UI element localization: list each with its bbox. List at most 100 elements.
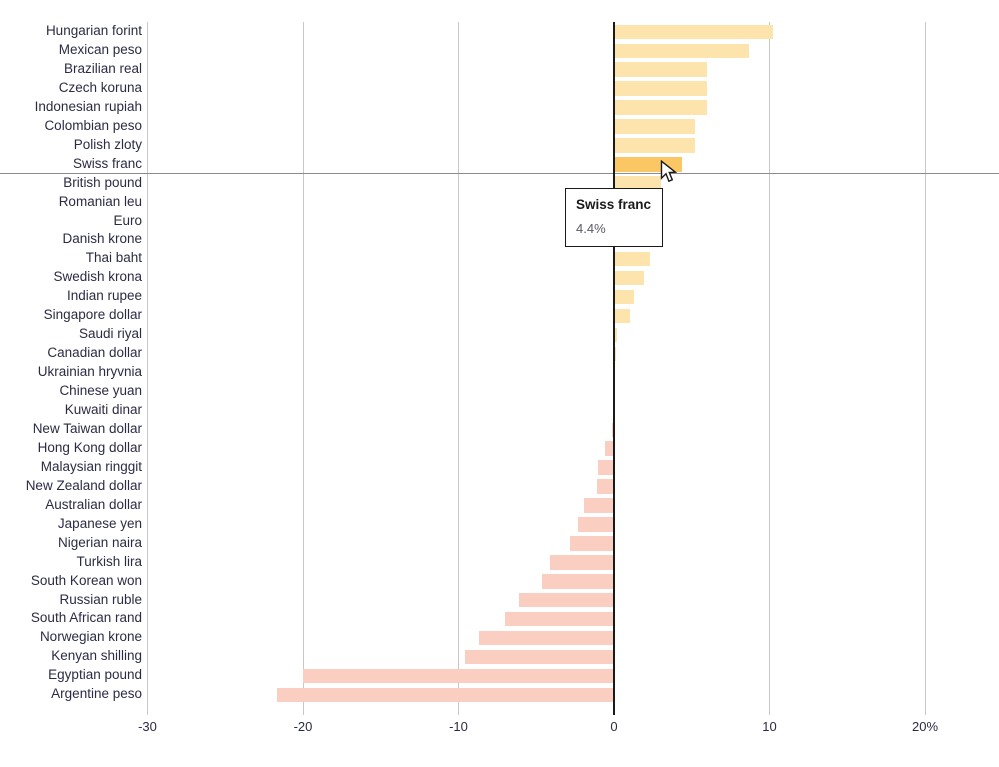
bar-row[interactable]: Malaysian ringgit <box>0 458 999 477</box>
zero-axis-line <box>613 22 615 715</box>
bar[interactable] <box>519 593 614 608</box>
bar[interactable] <box>478 630 614 646</box>
bar[interactable] <box>578 517 614 532</box>
bar-row[interactable]: New Zealand dollar <box>0 477 999 496</box>
category-label: Australian dollar <box>45 496 142 512</box>
category-label: Romanian leu <box>58 193 142 209</box>
x-tick-label: -20 <box>293 719 313 734</box>
bar-row[interactable]: Argentine peso <box>0 685 999 704</box>
category-label: Norwegian krone <box>39 629 142 645</box>
bar[interactable] <box>614 43 750 58</box>
bar[interactable] <box>614 62 708 77</box>
category-label: Saudi riyal <box>78 326 142 342</box>
bar[interactable] <box>614 251 650 267</box>
bar-row[interactable]: Swedish krona <box>0 268 999 287</box>
bar[interactable] <box>614 81 708 96</box>
bar-row[interactable]: Norwegian krone <box>0 628 999 647</box>
category-label: Euro <box>113 212 142 228</box>
plot-area[interactable]: Hungarian forint Mexican peso Brazilian re… <box>0 0 999 715</box>
bar-row[interactable]: Hungarian forint <box>0 22 999 41</box>
bar-row[interactable]: Kenyan shilling <box>0 647 999 666</box>
bar[interactable] <box>570 536 614 551</box>
category-label: Swedish krona <box>53 269 142 285</box>
bar-row[interactable]: Kuwaiti dinar <box>0 401 999 420</box>
currency-performance-bar-chart: Hungarian forint Mexican peso Brazilian re… <box>0 0 999 767</box>
category-label: Colombian peso <box>44 117 142 133</box>
bar-row[interactable]: Danish krone <box>0 230 999 249</box>
category-label: Indonesian rupiah <box>34 98 142 114</box>
bar[interactable] <box>614 100 708 115</box>
category-label: British pound <box>63 174 142 190</box>
x-tick-label: 0 <box>610 719 618 734</box>
bar[interactable] <box>614 24 773 39</box>
category-label: Turkish lira <box>76 553 142 569</box>
x-axis: -30 -20 -10 0 10 20% <box>0 715 999 745</box>
bar-row[interactable]: Romanian leu <box>0 193 999 212</box>
x-tick-label: 20% <box>911 719 939 734</box>
bar-row[interactable]: Czech koruna <box>0 79 999 98</box>
bar-row[interactable]: Brazilian real <box>0 60 999 79</box>
bar-row[interactable]: Chinese yuan <box>0 382 999 401</box>
category-label: South African rand <box>30 610 142 626</box>
category-label: Thai baht <box>85 250 142 266</box>
bar[interactable] <box>596 479 614 494</box>
bar-row[interactable]: Euro <box>0 212 999 231</box>
bar-row[interactable]: Singapore dollar <box>0 306 999 325</box>
bar-row[interactable]: Turkish lira <box>0 553 999 572</box>
bar-row[interactable]: Mexican peso <box>0 41 999 60</box>
category-label: Brazilian real <box>63 60 142 76</box>
bar[interactable] <box>614 157 683 172</box>
bar-row[interactable]: Thai baht <box>0 249 999 268</box>
bar-row[interactable]: Indonesian rupiah <box>0 98 999 117</box>
category-label: New Zealand dollar <box>25 477 142 493</box>
bar-row[interactable]: British pound <box>0 174 999 193</box>
tooltip-title: Swiss franc <box>576 197 652 212</box>
category-label: Egyptian pound <box>48 667 142 683</box>
bar[interactable] <box>550 555 614 570</box>
bar[interactable] <box>505 612 614 627</box>
bar[interactable] <box>598 460 614 475</box>
category-label: Chinese yuan <box>59 383 142 399</box>
category-label: Indian rupee <box>66 288 142 304</box>
bar[interactable] <box>614 119 695 134</box>
bar-row[interactable]: Colombian peso <box>0 117 999 136</box>
category-label: New Taiwan dollar <box>32 420 142 436</box>
bar[interactable] <box>276 687 614 703</box>
bar-row[interactable]: South African rand <box>0 609 999 628</box>
category-label: Argentine peso <box>51 686 142 702</box>
bar-row[interactable]: Swiss franc <box>0 155 999 174</box>
bar[interactable] <box>614 308 630 324</box>
bar-row[interactable]: Ukrainian hryvnia <box>0 363 999 382</box>
bar[interactable] <box>614 289 635 305</box>
category-label: Kenyan shilling <box>51 648 142 664</box>
bar-row[interactable]: Japanese yen <box>0 515 999 534</box>
bar-row[interactable]: Hong Kong dollar <box>0 439 999 458</box>
category-label: Kuwaiti dinar <box>64 402 142 417</box>
category-label: Singapore dollar <box>43 307 142 323</box>
bar[interactable] <box>614 138 695 153</box>
bar[interactable] <box>542 574 614 589</box>
bar-row[interactable]: South Korean won <box>0 572 999 591</box>
x-tick-label: -10 <box>449 719 468 734</box>
bar-row[interactable]: Canadian dollar <box>0 344 999 363</box>
category-label: Hungarian forint <box>45 23 142 38</box>
tooltip-value: 4.4% <box>576 221 606 236</box>
bar-row[interactable]: Russian ruble <box>0 591 999 610</box>
category-label: Hong Kong dollar <box>37 439 142 455</box>
bar[interactable] <box>303 668 614 684</box>
bar-row[interactable]: Egyptian pound <box>0 666 999 685</box>
category-label: Mexican peso <box>58 41 142 57</box>
bar-row[interactable]: Indian rupee <box>0 287 999 306</box>
bar[interactable] <box>584 498 614 513</box>
bar-row[interactable]: Nigerian naira <box>0 534 999 553</box>
bar[interactable] <box>464 649 614 665</box>
bar-row[interactable]: New Taiwan dollar <box>0 420 999 439</box>
bar[interactable] <box>614 270 644 286</box>
bar-row[interactable]: Saudi riyal <box>0 325 999 344</box>
category-label: Russian ruble <box>59 591 142 607</box>
category-label: Japanese yen <box>57 515 142 531</box>
category-label: Danish krone <box>62 231 142 247</box>
bar-row[interactable]: Australian dollar <box>0 496 999 515</box>
bar-row[interactable]: Polish zloty <box>0 136 999 155</box>
x-tick-label: 10 <box>762 719 777 734</box>
